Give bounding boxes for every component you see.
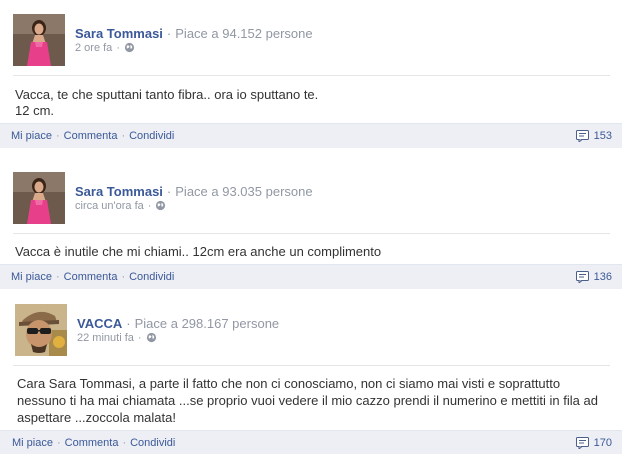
author-line: Sara Tommasi · Piace a 94.152 persone bbox=[75, 26, 313, 41]
comment-count[interactable]: 153 bbox=[575, 130, 612, 144]
separator: · bbox=[137, 332, 142, 344]
comment-count-value: 170 bbox=[593, 437, 612, 449]
post-1: Sara Tommasi · Piace a 94.152 persone 2 or… bbox=[0, 0, 624, 152]
author-line: VACCA · Piace a 298.167 persone bbox=[77, 316, 279, 331]
action-links: Mi piace · Commenta · Condividi bbox=[12, 437, 175, 449]
likes-count: Piace a 94.152 persone bbox=[175, 26, 313, 41]
globe-icon[interactable] bbox=[155, 200, 166, 211]
avatar[interactable] bbox=[13, 172, 65, 224]
separator: · bbox=[166, 184, 172, 199]
author-line: Sara Tommasi · Piace a 93.035 persone bbox=[75, 184, 313, 199]
avatar[interactable] bbox=[13, 14, 65, 66]
separator: · bbox=[116, 42, 120, 54]
globe-icon[interactable] bbox=[124, 42, 135, 53]
divider bbox=[13, 365, 610, 366]
post-meta: 22 minuti fa · bbox=[77, 332, 157, 344]
author-name-link[interactable]: Sara Tommasi bbox=[75, 26, 163, 41]
separator: · bbox=[56, 437, 61, 449]
likes-count: Piace a 298.167 persone bbox=[134, 316, 280, 331]
profile-photo-man-cap-sunglasses-icon bbox=[15, 304, 67, 356]
globe-icon[interactable] bbox=[146, 332, 157, 343]
likes-count: Piace a 93.035 persone bbox=[175, 184, 313, 199]
comment-count-value: 153 bbox=[593, 130, 612, 142]
comment-count[interactable]: 170 bbox=[575, 437, 612, 451]
profile-photo-woman-pink-dress-icon bbox=[13, 14, 65, 66]
share-button[interactable]: Condividi bbox=[130, 437, 175, 449]
separator: · bbox=[121, 130, 126, 142]
post-3: VACCA · Piace a 298.167 persone 22 minuti … bbox=[0, 290, 624, 454]
post-meta: circa un'ora fa · bbox=[75, 200, 166, 212]
action-links: Mi piace · Commenta · Condividi bbox=[11, 271, 174, 283]
separator: · bbox=[121, 271, 126, 283]
timestamp-link[interactable]: 2 ore fa bbox=[75, 42, 112, 54]
avatar[interactable] bbox=[15, 304, 67, 356]
share-button[interactable]: Condividi bbox=[129, 130, 174, 142]
like-button[interactable]: Mi piace bbox=[11, 271, 52, 283]
comment-count-value: 136 bbox=[593, 271, 612, 283]
separator: · bbox=[55, 271, 60, 283]
divider bbox=[13, 75, 610, 76]
comment-button[interactable]: Commenta bbox=[64, 130, 118, 142]
post-text: Cara Sara Tommasi, a parte il fatto che … bbox=[17, 376, 598, 425]
timestamp-link[interactable]: circa un'ora fa bbox=[75, 200, 144, 212]
action-bar: Mi piace · Commenta · Condividi 136 bbox=[0, 264, 622, 289]
post-meta: 2 ore fa · bbox=[75, 42, 135, 54]
action-bar: Mi piace · Commenta · Condividi 153 bbox=[0, 123, 622, 148]
comment-icon bbox=[575, 437, 589, 451]
timestamp-link[interactable]: 22 minuti fa bbox=[77, 332, 134, 344]
separator: · bbox=[55, 130, 60, 142]
share-button[interactable]: Condividi bbox=[129, 271, 174, 283]
separator: · bbox=[166, 26, 172, 41]
action-links: Mi piace · Commenta · Condividi bbox=[11, 130, 174, 142]
comment-icon bbox=[575, 271, 589, 285]
comment-icon bbox=[575, 130, 589, 144]
like-button[interactable]: Mi piace bbox=[11, 130, 52, 142]
separator: · bbox=[122, 437, 127, 449]
profile-photo-woman-pink-dress-icon bbox=[13, 172, 65, 224]
comment-count[interactable]: 136 bbox=[575, 271, 612, 285]
comment-button[interactable]: Commenta bbox=[64, 271, 118, 283]
post-text: Vacca è inutile che mi chiami.. 12cm era… bbox=[15, 244, 382, 259]
action-bar: Mi piace · Commenta · Condividi 170 bbox=[0, 430, 622, 454]
author-name-link[interactable]: Sara Tommasi bbox=[75, 184, 163, 199]
author-name-link[interactable]: VACCA bbox=[77, 316, 122, 331]
separator: · bbox=[147, 200, 152, 212]
post-2: Sara Tommasi · Piace a 93.035 persone circ… bbox=[0, 152, 624, 290]
separator: · bbox=[126, 316, 131, 331]
divider bbox=[13, 233, 610, 234]
comment-button[interactable]: Commenta bbox=[65, 437, 119, 449]
post-text: Vacca, te che sputtani tanto fibra.. ora… bbox=[15, 87, 319, 118]
like-button[interactable]: Mi piace bbox=[12, 437, 53, 449]
